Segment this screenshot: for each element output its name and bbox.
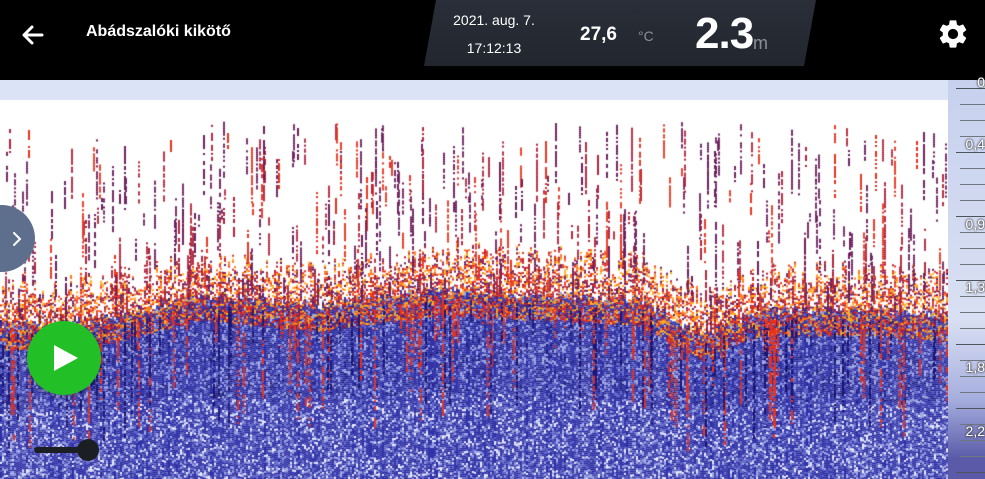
depth-value: 2.3 xyxy=(695,9,754,58)
scale-tick xyxy=(960,440,985,441)
date-text: 2021. aug. 7. xyxy=(453,12,535,28)
scale-label: 0 xyxy=(977,74,985,90)
scale-tick xyxy=(960,168,985,169)
play-button[interactable] xyxy=(27,321,101,395)
scale-label: 0,9 xyxy=(965,215,985,232)
scale-tick xyxy=(960,392,985,393)
depth-scale: 0 0,4 0,9 1,3 1,8 2,2 xyxy=(948,74,985,479)
sonar-view[interactable] xyxy=(0,80,948,479)
scale-tick xyxy=(956,344,985,345)
depth-panel: 2.3 m xyxy=(648,0,816,66)
scale-tick xyxy=(960,312,985,313)
scale-label: 2,2 xyxy=(965,423,985,440)
scale-label: 1,8 xyxy=(965,359,985,376)
temperature-unit: °C xyxy=(638,28,654,44)
settings-button[interactable] xyxy=(936,17,970,51)
scale-tick xyxy=(960,184,985,185)
scale-label: 0,4 xyxy=(965,135,985,152)
arrow-left-icon xyxy=(22,25,44,45)
speed-slider[interactable] xyxy=(34,439,100,461)
location-title: Abádszalóki kikötő xyxy=(86,23,231,40)
scale-tick xyxy=(960,120,985,121)
play-icon xyxy=(54,345,78,371)
back-button[interactable] xyxy=(14,16,52,54)
scale-tick xyxy=(960,248,985,249)
scale-tick xyxy=(956,408,985,409)
time-text: 17:12:13 xyxy=(466,40,522,56)
temperature-panel: 27,6 °C xyxy=(549,0,664,66)
scale-tick xyxy=(960,376,985,377)
scale-tick xyxy=(956,152,985,153)
slider-thumb[interactable] xyxy=(77,439,99,461)
scale-tick xyxy=(960,232,985,233)
scale-label: 1,3 xyxy=(965,279,985,296)
top-bar: Abádszalóki kikötő 2021. aug. 7. 17:12:1… xyxy=(0,0,985,80)
scale-tick xyxy=(960,456,985,457)
scale-tick xyxy=(960,328,985,329)
scale-tick xyxy=(960,104,985,105)
scale-tick xyxy=(960,296,985,297)
scale-tick xyxy=(956,472,985,473)
scale-tick xyxy=(960,264,985,265)
water-temperature-value: 27,6 xyxy=(580,24,617,45)
gear-icon xyxy=(939,20,967,48)
scale-tick xyxy=(960,200,985,201)
chevron-right-icon xyxy=(13,232,22,246)
depth-unit: m xyxy=(753,33,768,53)
datetime-panel: 2021. aug. 7. 17:12:13 xyxy=(424,0,564,66)
sonar-echogram xyxy=(0,80,948,479)
